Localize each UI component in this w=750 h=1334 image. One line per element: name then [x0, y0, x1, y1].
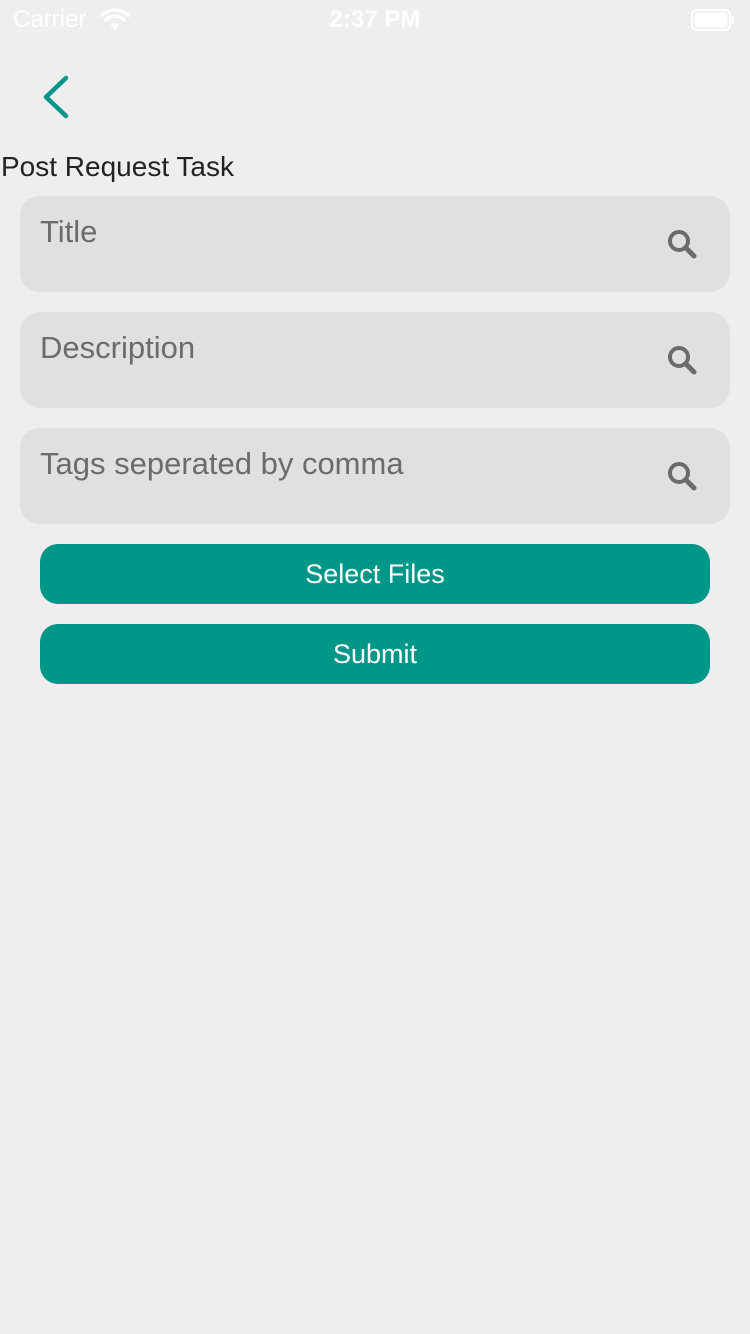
- tags-input[interactable]: [40, 442, 640, 486]
- status-time: 2:37 PM: [329, 6, 421, 33]
- submit-button[interactable]: Submit: [40, 624, 710, 684]
- status-bar: Carrier 2:37 PM: [0, 0, 750, 40]
- title-field[interactable]: [20, 196, 730, 292]
- tags-field[interactable]: [20, 428, 730, 524]
- title-input[interactable]: [40, 210, 640, 254]
- battery-icon: [691, 9, 734, 31]
- search-icon: [668, 462, 697, 491]
- search-icon: [668, 346, 697, 375]
- select-files-button[interactable]: Select Files: [40, 544, 710, 604]
- chevron-left-icon: [43, 75, 69, 119]
- description-input[interactable]: [40, 326, 640, 370]
- page-title: Post Request Task: [1, 151, 234, 182]
- description-field[interactable]: [20, 312, 730, 408]
- back-button[interactable]: [30, 70, 86, 126]
- search-icon: [668, 230, 697, 259]
